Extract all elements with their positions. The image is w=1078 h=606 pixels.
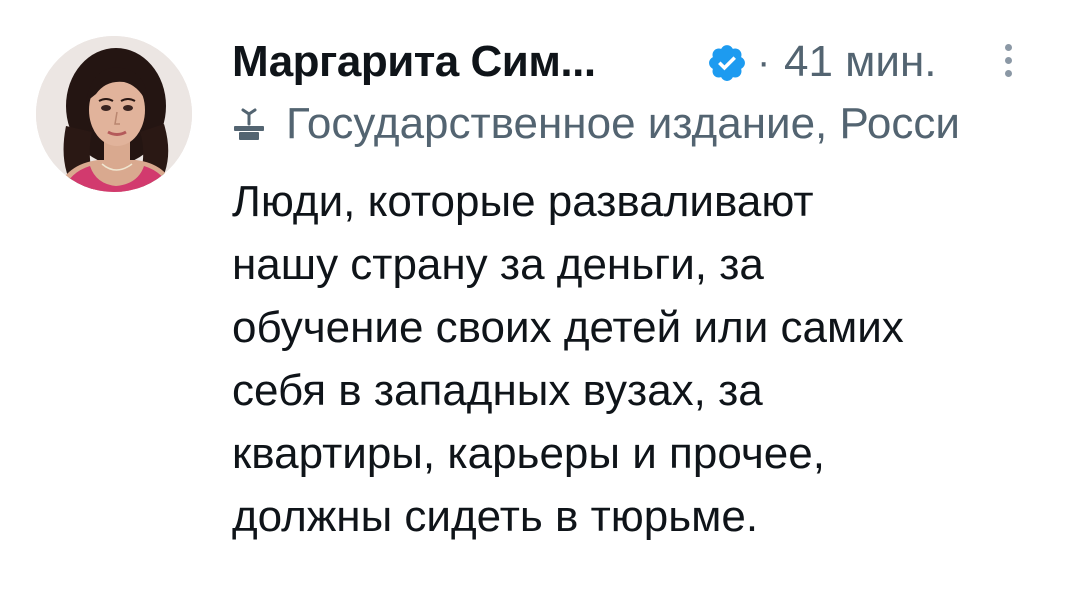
tweet-text-line: должны сидеть в тюрьме.: [232, 492, 759, 541]
separator-dot: ·: [757, 40, 771, 84]
state-media-label-text: Государственное издание, Росси: [286, 99, 960, 148]
tweet-text: Люди, которые разваливают нашу страну за…: [232, 170, 1052, 548]
avatar[interactable]: [36, 36, 192, 192]
tweet-text-line: Люди, которые разваливают: [232, 177, 814, 226]
podium-icon: [234, 108, 264, 140]
tweet-text-line: себя в западных вузах, за: [232, 366, 763, 415]
tweet-header: Маргарита Сим... · 41 мин.: [232, 34, 1078, 94]
tweet-text-line: обучение своих детей или самих: [232, 303, 904, 352]
tweet-text-line: квартиры, карьеры и прочее,: [232, 429, 825, 478]
timestamp[interactable]: 41 мин.: [784, 34, 937, 90]
verified-badge-icon: [709, 45, 745, 81]
tweet-text-line: нашу страну за деньги, за: [232, 240, 764, 289]
state-media-label[interactable]: Государственное издание, Росси: [232, 96, 1078, 152]
more-options-icon[interactable]: [1000, 44, 1016, 84]
avatar-image: [36, 36, 192, 192]
tweet[interactable]: Маргарита Сим... · 41 мин. Государственн…: [0, 0, 1078, 606]
author-name[interactable]: Маргарита Сим...: [232, 34, 596, 90]
